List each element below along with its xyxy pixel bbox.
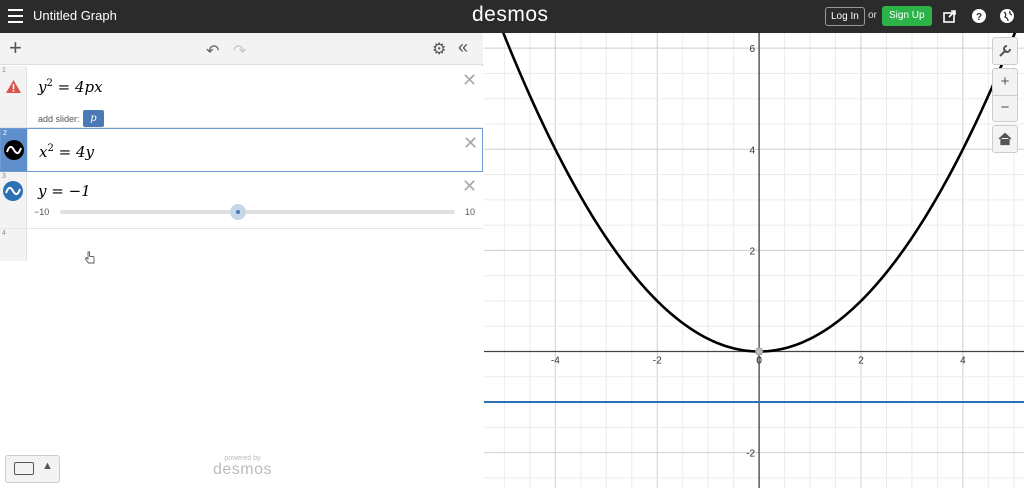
home-icon[interactable] (992, 125, 1018, 153)
y-tick-label: 2 (750, 246, 756, 257)
powered-by-brand: desmos (213, 461, 273, 478)
slider-track[interactable] (60, 210, 455, 214)
help-icon[interactable]: ? (971, 8, 987, 24)
warning-icon[interactable] (5, 79, 22, 94)
expression-gutter: 2 (1, 129, 28, 171)
x-tick-label: 2 (858, 356, 864, 367)
delete-expression-button[interactable]: ✕ (462, 70, 477, 91)
delete-expression-button[interactable]: ✕ (462, 176, 477, 197)
zoom-in-button[interactable]: + (993, 69, 1017, 96)
delete-expression-button[interactable]: ✕ (463, 133, 478, 154)
parabola-curve (501, 33, 1017, 353)
menu-icon[interactable] (8, 9, 23, 23)
powered-by-desmos[interactable]: powered by desmos (213, 455, 273, 478)
desmos-logo: desmos (472, 3, 549, 26)
expression-row-2[interactable]: 2 x2 = 4y ✕ (0, 128, 483, 172)
y-tick-label: 4 (750, 145, 756, 156)
hand-cursor-icon (84, 251, 95, 264)
expression-toolbar: + ↶ ↷ ⚙ « (0, 33, 483, 65)
zoom-controls: + − (992, 68, 1018, 122)
graph-title[interactable]: Untitled Graph (33, 8, 117, 23)
expression-row-3[interactable]: 3 y = −1 ✕ (0, 172, 483, 229)
share-icon[interactable] (942, 8, 958, 24)
wrench-icon[interactable] (992, 37, 1018, 65)
collapse-panel-button[interactable]: « (458, 37, 468, 58)
add-expression-button[interactable]: + (9, 37, 22, 59)
expression-math[interactable]: x2 = 4y (39, 143, 94, 161)
expression-gutter: 3 (0, 172, 27, 228)
graph-paper[interactable]: -4 -2 0 2 4 0 -2 2 4 6 (484, 33, 1024, 488)
signup-button[interactable]: Sign Up (882, 6, 932, 26)
expression-index: 1 (2, 67, 6, 74)
top-bar: Untitled Graph desmos Log In or Sign Up … (0, 0, 1024, 33)
y-tick-label: -2 (746, 449, 755, 460)
expression-gutter: 1 (0, 66, 27, 127)
x-tick-label: 4 (960, 356, 966, 367)
expression-panel: + ↶ ↷ ⚙ « 1 y2 = 4px ✕ add slider: p 2 x… (0, 33, 483, 488)
graph-svg[interactable]: -4 -2 0 2 40-2246 (484, 33, 1024, 488)
expression-index: 2 (3, 130, 7, 137)
y-tick-label: 6 (750, 44, 756, 55)
chevron-up-icon: ▲ (42, 460, 53, 472)
x-tick-label: -2 (653, 356, 662, 367)
slider-max[interactable]: 10 (465, 207, 475, 217)
expression-row-4[interactable]: 4 (0, 229, 483, 488)
svg-text:?: ? (976, 12, 982, 23)
or-label: or (868, 10, 877, 21)
gear-icon[interactable]: ⚙ (432, 39, 446, 59)
expression-row-1[interactable]: 1 y2 = 4px ✕ add slider: p (0, 66, 483, 128)
graph-color-icon[interactable] (3, 181, 23, 201)
vertex-point (755, 347, 764, 356)
undo-icon[interactable]: ↶ (206, 41, 219, 61)
expression-index: 3 (2, 173, 6, 180)
login-button[interactable]: Log In (825, 7, 865, 26)
slider-knob[interactable] (229, 204, 246, 220)
origin-label: 0 (756, 356, 762, 367)
add-slider-p-button[interactable]: p (83, 110, 104, 127)
expression-gutter: 4 (0, 229, 27, 261)
globe-icon[interactable] (999, 8, 1015, 24)
zoom-out-button[interactable]: − (993, 96, 1017, 122)
keyboard-toggle-button[interactable]: ▲ (5, 455, 60, 483)
expression-math[interactable]: y2 = 4px (38, 78, 103, 96)
slider-min[interactable]: −10 (34, 207, 49, 217)
add-slider-label: add slider: (38, 114, 80, 124)
expression-index: 4 (2, 230, 6, 237)
keyboard-icon (14, 462, 34, 475)
x-tick-label: -4 (551, 356, 560, 367)
graph-color-icon[interactable] (4, 140, 24, 160)
redo-icon[interactable]: ↷ (233, 41, 246, 61)
expression-math[interactable]: y = −1 (38, 182, 91, 200)
